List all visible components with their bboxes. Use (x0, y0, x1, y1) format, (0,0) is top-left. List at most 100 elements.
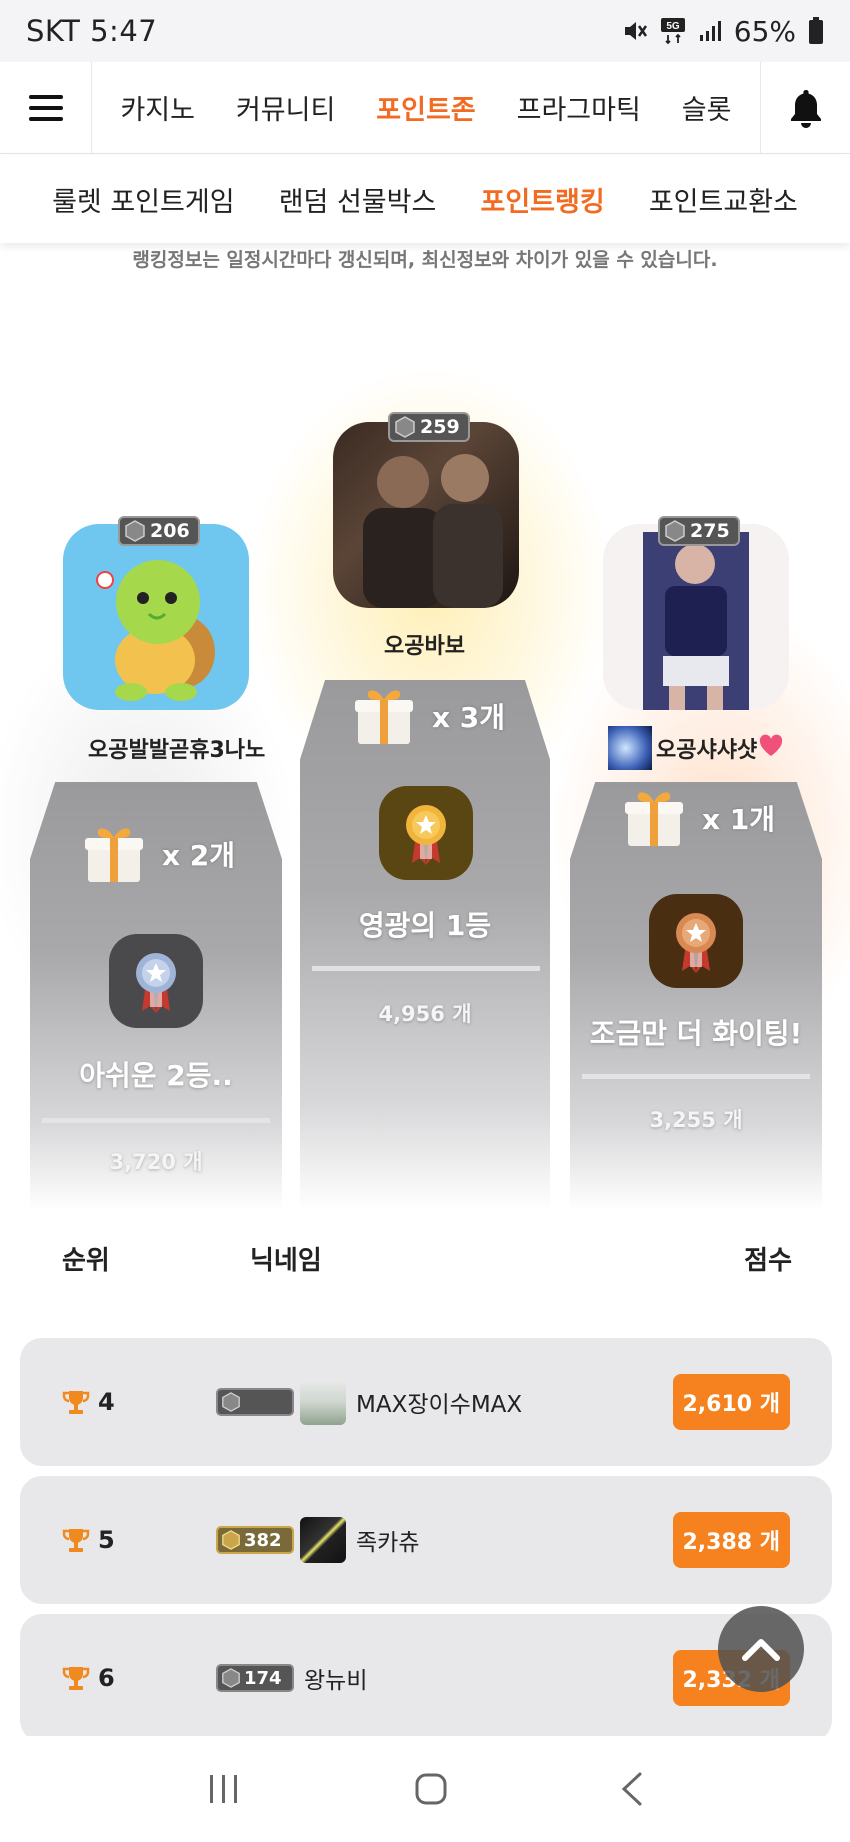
home-icon[interactable] (414, 1772, 448, 1806)
third-place-mini-avatar (608, 726, 652, 770)
level-hex-icon (125, 520, 145, 542)
row-level-badge (216, 1388, 294, 1416)
row-avatar (300, 1379, 346, 1425)
row-user: MAX장이수MAX (216, 1379, 522, 1425)
level-hex-icon (665, 520, 685, 542)
header-score: 점수 (744, 1246, 792, 1276)
sub-tab-point-exchange[interactable]: 포인트교환소 (649, 180, 798, 219)
gift-icon (625, 792, 683, 846)
row-level-badge: 174 (216, 1664, 294, 1692)
turtle-image (96, 560, 215, 701)
battery-icon (809, 17, 823, 44)
nav-community[interactable]: 커뮤니티 (236, 88, 335, 127)
signal-icon (699, 21, 721, 41)
notification-button[interactable] (760, 61, 850, 154)
third-place-level: 275 (690, 520, 730, 542)
level-hex-icon (222, 1668, 240, 1688)
sub-tab-random-gift[interactable]: 랜덤 선물박스 (279, 180, 437, 219)
row-score: 2,610 개 (672, 1374, 790, 1430)
second-place-level: 206 (150, 520, 190, 542)
third-gift-count: x 1개 (702, 803, 776, 836)
row-nickname: 족카츄 (356, 1530, 420, 1556)
chevron-up-icon (742, 1639, 780, 1661)
level-hex-icon (222, 1530, 240, 1550)
row-rank-number: 6 (98, 1664, 115, 1692)
row-user: 382 족카츄 (216, 1517, 419, 1563)
mute-icon (624, 22, 647, 40)
second-gift-count: x 2개 (162, 839, 236, 872)
first-rank-title: 영광의 1등 (358, 909, 492, 942)
row-avatar (300, 1517, 346, 1563)
row-score: 2,388 개 (672, 1512, 790, 1568)
row-user: 174 왕뉴비 (216, 1661, 367, 1695)
medal-icon (676, 913, 716, 973)
table-row[interactable]: 6 174 왕뉴비 2,332 개 (20, 1614, 832, 1742)
gift-icon (85, 828, 143, 882)
scroll-top-button[interactable] (718, 1606, 804, 1692)
row-rank-number: 5 (98, 1526, 115, 1554)
third-divider (582, 1074, 810, 1079)
first-divider (312, 966, 540, 971)
second-divider (42, 1118, 270, 1123)
first-place-level: 259 (420, 416, 460, 438)
row-rank-number: 4 (98, 1388, 115, 1416)
second-rank-title: 아쉬운 2등.. (79, 1059, 233, 1092)
sub-tab-roulette[interactable]: 룰렛 포인트게임 (52, 180, 234, 219)
sub-nav: 룰렛 포인트게임 랜덤 선물박스 포인트랭킹 포인트교환소 (0, 155, 850, 243)
trophy-icon (62, 1667, 90, 1690)
third-place-level-badge: 275 (658, 516, 740, 546)
second-place-level-badge: 206 (118, 516, 200, 546)
third-place-avatar[interactable] (603, 524, 789, 710)
third-place-nickname: 오공샤샤샷 (656, 738, 758, 763)
menu-button[interactable] (0, 61, 92, 154)
main-nav-items: 카지노 커뮤니티 포인트존 프라그마틱 슬롯 (92, 88, 760, 127)
first-place-nickname: 오공바보 (384, 634, 465, 659)
level-hex-icon (395, 416, 415, 438)
sub-tab-point-ranking[interactable]: 포인트랭킹 (480, 180, 604, 219)
nav-casino[interactable]: 카지노 (120, 88, 195, 127)
ranking-notice: 랭킹정보는 일정시간마다 갱신되며, 최신정보와 차이가 있을 수 있습니다. (132, 249, 718, 271)
third-medal (649, 894, 743, 988)
row-rank: 6 (62, 1664, 115, 1692)
recent-apps-icon[interactable] (206, 1773, 242, 1805)
network-5g-icon: 5G (660, 18, 685, 45)
back-icon[interactable] (620, 1771, 644, 1807)
first-score: 4,956 개 (378, 1002, 472, 1026)
first-gift-row: x 3개 (352, 684, 505, 748)
second-place-nickname-line1: 오공발발곧휴3나노 (88, 738, 266, 763)
photo-image (643, 532, 749, 710)
second-place-avatar[interactable] (63, 524, 249, 710)
third-score: 3,255 개 (649, 1108, 743, 1132)
row-level: 174 (244, 1667, 282, 1689)
medal-icon (406, 805, 446, 865)
system-nav-bar (0, 1736, 850, 1842)
nav-slot[interactable]: 슬롯 (682, 88, 732, 127)
row-level: 382 (244, 1529, 282, 1551)
first-place-avatar[interactable] (333, 422, 519, 608)
battery-percent: 65% (733, 14, 796, 48)
first-place-level-badge: 259 (388, 412, 470, 442)
ranking-table-header: 순위 닉네임 점수 (0, 1240, 850, 1280)
heart-icon (759, 734, 783, 756)
row-rank: 4 (62, 1388, 115, 1416)
third-rank-title: 조금만 더 화이팅! (589, 1017, 803, 1050)
gift-icon (355, 690, 413, 744)
main-nav: 카지노 커뮤니티 포인트존 프라그마틱 슬롯 (0, 61, 850, 154)
row-rank: 5 (62, 1526, 115, 1554)
trophy-icon (62, 1529, 90, 1552)
status-bar: SKT 5:47 5G 65% (0, 0, 850, 62)
photo-image (363, 454, 503, 608)
status-time: SKT 5:47 (26, 14, 158, 48)
second-medal (109, 934, 203, 1028)
podium-area: 259 오공바보 x 3개 영광의 1등 4,956 개 206 오공발발곧휴3… (0, 270, 850, 1210)
medal-icon (136, 953, 176, 1013)
second-gift-row: x 2개 (82, 822, 235, 886)
status-icons: 5G 65% (622, 15, 824, 48)
header-nickname: 닉네임 (250, 1246, 322, 1276)
level-hex-icon (222, 1392, 240, 1412)
svg-text:5G: 5G (666, 21, 680, 32)
nav-pragmatic[interactable]: 프라그마틱 (517, 88, 641, 127)
nav-point-zone[interactable]: 포인트존 (376, 88, 475, 127)
table-row[interactable]: 4 MAX장이수MAX 2,610 개 (20, 1338, 832, 1466)
table-row[interactable]: 5 382 족카츄 2,388 개 (20, 1476, 832, 1604)
